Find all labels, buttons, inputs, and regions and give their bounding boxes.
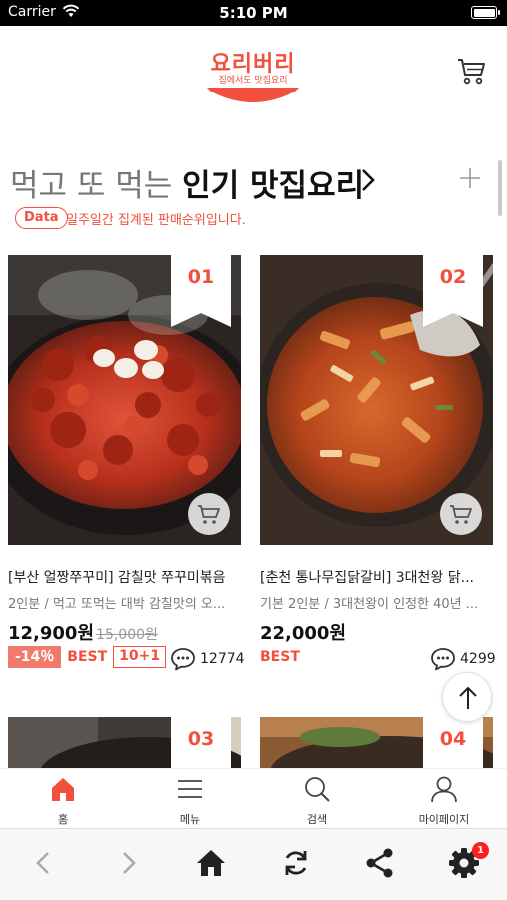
product-card[interactable]: 01 [부산 얼짱쭈꾸미] 감칠맛 쭈꾸미볶음 2인분 / 먹고 또먹는 대박 … [8, 255, 245, 675]
discount-tag: -14％ [8, 646, 62, 668]
review-count[interactable]: 12774 [170, 648, 245, 671]
product-image[interactable]: 04 [260, 717, 493, 768]
status-bar: Carrier 5:10 PM [0, 0, 507, 26]
tab-mypage-label: 마이페이지 [418, 813, 470, 826]
notification-badge: 1 [472, 842, 489, 859]
section-title-light: 먹고 또 먹는 [10, 168, 173, 204]
rank-badge: 02 [423, 255, 483, 327]
product-card[interactable]: 02 [춘천 통나무집닭갈비] 3대천왕 닭... 기본 2인분 / 3대천왕이… [260, 255, 496, 675]
brand-logo[interactable]: 요리버리 집에서도 맛집요리 [203, 46, 303, 108]
battery-icon [471, 6, 500, 19]
comment-icon [171, 648, 195, 671]
cart-icon [450, 505, 472, 524]
tab-home[interactable]: 홈 [0, 769, 126, 829]
review-count-value: 12774 [200, 651, 245, 667]
cart-icon [198, 505, 220, 524]
tab-menu-label: 메뉴 [179, 813, 201, 826]
browser-toolbar [0, 828, 507, 900]
product-image[interactable]: 01 [8, 255, 241, 545]
add-to-cart-button[interactable] [440, 493, 482, 535]
product-card[interactable]: 03 [8, 717, 241, 768]
review-count[interactable]: 4299 [430, 648, 496, 671]
forward-icon[interactable] [110, 845, 146, 881]
chevron-right-icon[interactable] [358, 166, 378, 194]
product-image[interactable]: 03 [8, 717, 241, 768]
rank-badge: 04 [423, 717, 483, 768]
section-title[interactable]: 먹고 또 먹는 인기 맛집요리 [10, 160, 364, 205]
app-tab-bar: 홈 메뉴 검색 마이페이지 [0, 768, 507, 828]
logo-bowl-icon [207, 88, 299, 102]
data-badge: Data [15, 207, 68, 229]
tab-search[interactable]: 검색 [254, 769, 380, 829]
best-tag: BEST [67, 649, 108, 665]
scroll-indicator[interactable] [498, 160, 502, 216]
share-icon[interactable] [362, 845, 398, 881]
product-description: 기본 2인분 / 3대천왕이 인정한 40년 ... [260, 597, 479, 612]
product-title[interactable]: [부산 얼짱쭈꾸미] 감칠맛 쭈꾸미볶음 [8, 567, 241, 587]
review-count-value: 4299 [460, 651, 496, 667]
section-title-bold: 인기 맛집요리 [182, 168, 365, 204]
scroll-top-button[interactable] [442, 672, 492, 722]
price-value: 22,000원 [260, 623, 347, 644]
tab-menu[interactable]: 메뉴 [127, 769, 253, 829]
app-header: 요리버리 집에서도 맛집요리 [0, 26, 507, 121]
hamburger-icon [178, 780, 202, 798]
arrow-up-icon [459, 686, 477, 709]
home-icon[interactable] [193, 845, 229, 881]
search-icon [305, 777, 330, 802]
product-title[interactable]: [춘천 통나무집닭갈비] 3대천왕 닭... [260, 567, 493, 587]
old-price: 15,000원 [96, 627, 158, 643]
rank-badge: 01 [171, 255, 231, 327]
product-card[interactable]: 04 [260, 717, 493, 768]
clock: 5:10 PM [219, 4, 288, 22]
best-tag: BEST [260, 648, 300, 665]
person-icon [431, 776, 457, 803]
section-subtitle: 일주일간 집계된 판매순위입니다. [66, 213, 246, 228]
home-icon [52, 778, 74, 801]
add-to-cart-button[interactable] [188, 493, 230, 535]
tab-home-label: 홈 [57, 813, 69, 826]
tab-mypage[interactable]: 마이페이지 [381, 769, 507, 829]
tab-search-label: 검색 [306, 813, 328, 826]
product-description: 2인분 / 먹고 또먹는 대박 감칠맛의 오... [8, 597, 226, 612]
product-tags: -14％ BEST 10+1 [8, 646, 167, 670]
promo-tag: 10+1 [113, 646, 167, 668]
rank-badge: 03 [171, 717, 231, 768]
product-image[interactable]: 02 [260, 255, 493, 545]
cart-icon[interactable] [456, 56, 486, 86]
price-value: 12,900원 [8, 623, 95, 644]
back-icon[interactable] [26, 845, 62, 881]
product-tags: BEST [260, 646, 300, 670]
plus-icon[interactable] [458, 166, 482, 190]
product-price: 12,900원 15,000원 [8, 619, 158, 645]
comment-icon [431, 648, 455, 671]
product-price: 22,000원 [260, 619, 346, 645]
refresh-icon[interactable] [278, 845, 314, 881]
